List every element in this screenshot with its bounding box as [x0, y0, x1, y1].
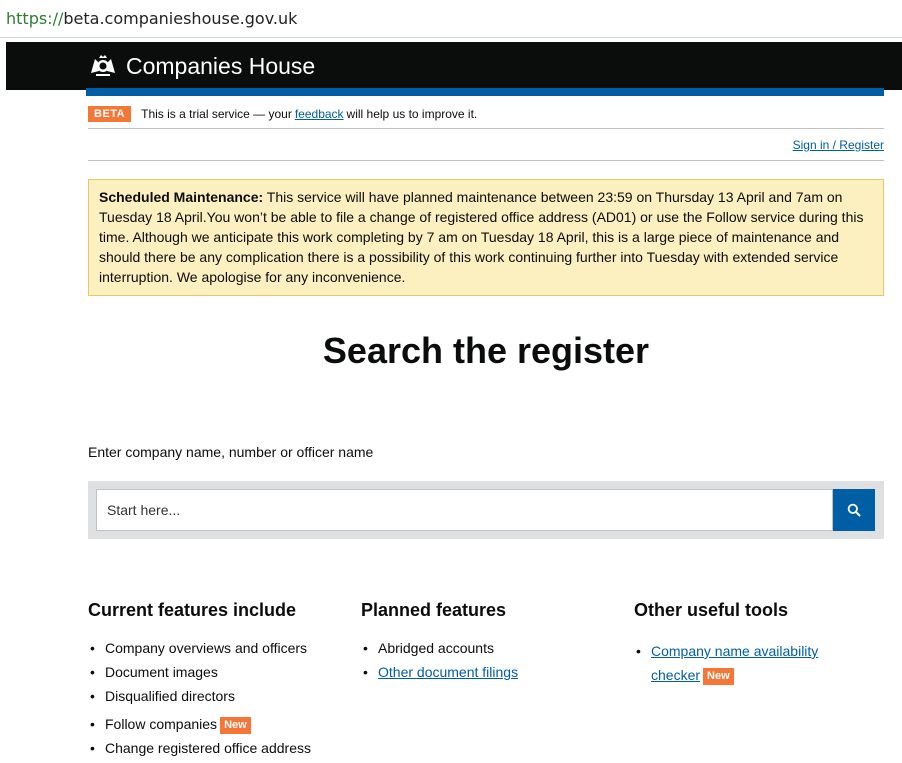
list-item: Disqualified directors [88, 687, 350, 706]
search-label: Enter company name, number or officer na… [88, 444, 374, 460]
page-title: Search the register [322, 330, 650, 371]
sign-in-register-link[interactable]: Sign in / Register [793, 138, 884, 152]
current-features-section: Current features include Company overvie… [88, 600, 350, 763]
url-protocol: https:// [6, 9, 64, 28]
royal-crest-icon [91, 55, 115, 76]
list-item-text: Document images [105, 664, 218, 680]
list-item: Company name availability checkerNew [634, 639, 851, 687]
list-item: Document images [88, 663, 350, 682]
current-features-heading: Current features include [88, 600, 297, 620]
other-tools-section: Other useful tools Company name availabi… [634, 600, 884, 692]
list-item-text: Disqualified directors [105, 688, 235, 704]
planned-features-list: Abridged accounts Other document filings [361, 639, 623, 682]
site-header: Companies House [6, 42, 902, 90]
list-item-text: Company overviews and officers [105, 640, 308, 656]
list-item: Company overviews and officers [88, 639, 350, 658]
other-tools-heading: Other useful tools [634, 600, 789, 620]
company-name-availability-link[interactable]: Company name availability checker [651, 643, 818, 683]
brand-name: Companies House [126, 52, 316, 79]
new-badge: New [220, 717, 251, 734]
list-item-text: Follow companies [105, 716, 218, 732]
beta-tag: BETA [88, 106, 132, 122]
search-form [88, 481, 884, 539]
search-icon [847, 503, 861, 517]
planned-features-heading: Planned features [361, 600, 507, 620]
browser-url-bar[interactable]: https://beta.companieshouse.gov.uk [0, 0, 902, 38]
new-badge: New [703, 668, 734, 685]
maintenance-notice: Scheduled Maintenance: This service will… [88, 179, 884, 296]
beta-banner: BETA This is a trial service — your feed… [88, 100, 884, 129]
list-item: Change registered office address [88, 739, 350, 758]
list-item-text: Change registered office address [105, 740, 311, 756]
planned-features-section: Planned features Abridged accounts Other… [361, 600, 623, 687]
feedback-link[interactable]: feedback [295, 107, 344, 121]
other-document-filings-link[interactable]: Other document filings [378, 664, 518, 680]
search-button[interactable] [833, 489, 875, 531]
other-tools-list: Company name availability checkerNew [634, 639, 884, 687]
beta-text-before: This is a trial service — your [141, 107, 292, 121]
list-item: Other document filings [361, 663, 623, 682]
maintenance-heading: Scheduled Maintenance: [99, 189, 264, 205]
header-accent-strip [86, 88, 884, 96]
search-input[interactable] [96, 489, 833, 531]
list-item: Abridged accounts [361, 639, 623, 658]
url-host: beta.companieshouse.gov.uk [63, 9, 298, 28]
list-item-text: Abridged accounts [378, 640, 494, 656]
brand-link[interactable]: Companies House [88, 42, 315, 90]
account-bar: Sign in / Register [88, 130, 884, 161]
current-features-list: Company overviews and officers Document … [88, 639, 350, 758]
beta-text-after: will help us to improve it. [346, 107, 478, 121]
list-item: Follow companiesNew [88, 715, 350, 734]
